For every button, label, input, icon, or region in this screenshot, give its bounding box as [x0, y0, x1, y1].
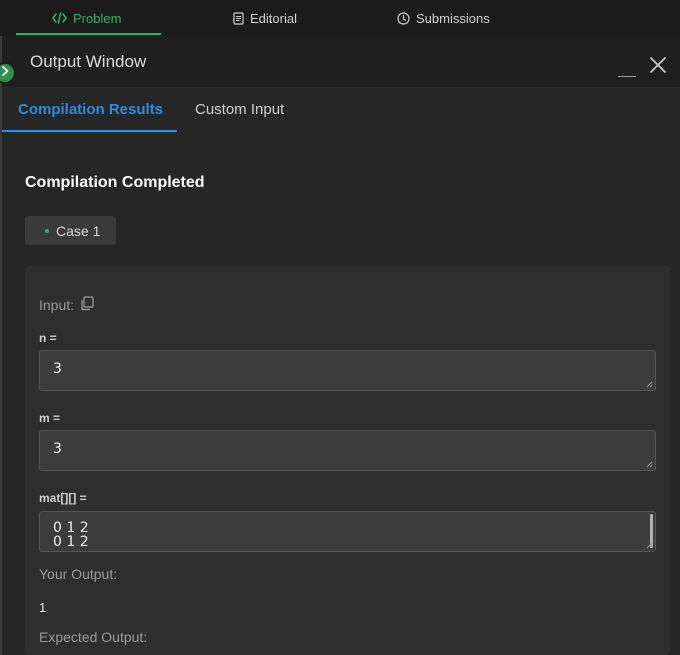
tab-editorial-label: Editorial: [250, 10, 297, 26]
document-icon: [233, 11, 244, 25]
output-window: Output Window Compilation Results Custom…: [0, 36, 680, 655]
variable-m-field[interactable]: 3: [39, 430, 656, 471]
variable-mat-line: 0 1 2: [53, 534, 89, 550]
input-section-label: Input:: [39, 296, 94, 314]
active-tab-indicator: [2, 130, 177, 132]
tab-submissions[interactable]: Submissions: [397, 0, 490, 36]
compilation-status-title: Compilation Completed: [25, 174, 205, 191]
close-icon[interactable]: [649, 56, 667, 74]
variable-mat-line: 0 1 2: [53, 520, 89, 536]
your-output-value: 1: [39, 600, 47, 615]
variable-m-label: m =: [39, 411, 61, 425]
resize-grip-icon[interactable]: [646, 461, 653, 468]
expected-output-label: Expected Output:: [39, 629, 148, 645]
resize-grip-icon[interactable]: [646, 381, 653, 388]
tab-problem-label: Problem: [73, 10, 122, 26]
variable-n-value: 3: [53, 361, 62, 377]
copy-icon[interactable]: [80, 296, 94, 314]
case-1-tab[interactable]: Case 1: [25, 216, 116, 245]
variable-n-label: n =: [39, 331, 57, 345]
minimize-icon[interactable]: [617, 60, 637, 80]
output-tab-bar: Compilation Results Custom Input: [2, 87, 680, 133]
variable-mat-label: mat[][] =: [39, 491, 87, 505]
tab-compilation-results[interactable]: Compilation Results: [18, 101, 163, 118]
tab-submissions-label: Submissions: [416, 10, 490, 26]
case-label: Case 1: [56, 222, 101, 239]
tab-editorial[interactable]: Editorial: [233, 0, 297, 36]
variable-mat-field[interactable]: 0 1 2 0 1 2: [39, 511, 656, 552]
output-window-header: Output Window: [2, 36, 680, 87]
tab-custom-input[interactable]: Custom Input: [195, 101, 284, 118]
input-label: Input:: [39, 297, 75, 313]
top-tab-bar: Problem Editorial Submissions: [0, 0, 680, 36]
code-icon: [52, 12, 67, 24]
tab-problem[interactable]: Problem: [15, 0, 163, 36]
clock-icon: [397, 11, 410, 25]
resize-grip-icon[interactable]: [646, 542, 653, 549]
chevron-right-icon: [0, 64, 10, 82]
variable-m-value: 3: [53, 441, 62, 457]
variable-n-field[interactable]: 3: [39, 350, 656, 391]
your-output-label: Your Output:: [39, 566, 118, 582]
output-window-title: Output Window: [30, 52, 147, 71]
status-dot: [45, 228, 49, 233]
case-details-panel: Input: n = 3 m = 3 mat[][] = 0 1 2 0 1 2…: [25, 266, 670, 655]
